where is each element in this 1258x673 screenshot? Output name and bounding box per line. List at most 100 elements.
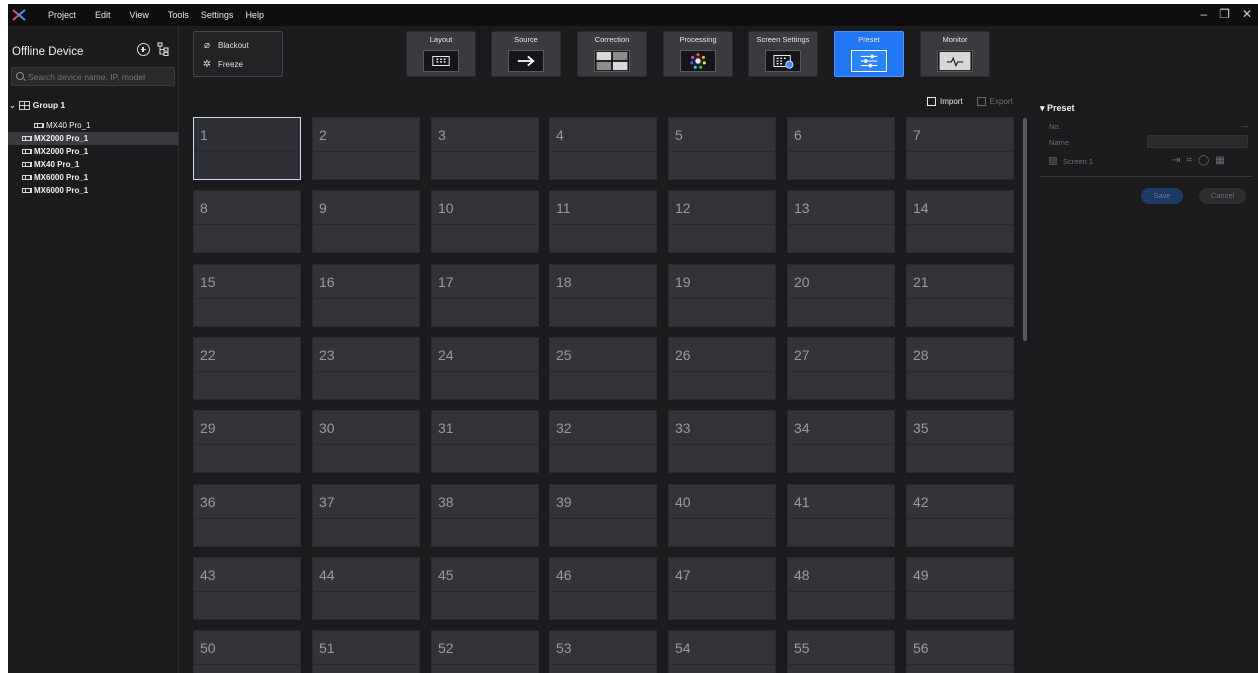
- preset-tile[interactable]: 27: [787, 337, 895, 400]
- menu-tools[interactable]: Tools: [168, 10, 189, 20]
- preset-tile[interactable]: 31: [431, 410, 539, 473]
- device-search-input[interactable]: [11, 67, 175, 86]
- preset-tile[interactable]: 54: [668, 630, 776, 673]
- preset-tile[interactable]: 18: [549, 264, 657, 327]
- preset-tile[interactable]: 13: [787, 190, 895, 253]
- preset-tile[interactable]: 4: [549, 117, 657, 180]
- preset-tile[interactable]: 12: [668, 190, 776, 253]
- tool-correction[interactable]: Correction: [577, 31, 647, 77]
- preset-tile[interactable]: 55: [787, 630, 895, 673]
- menu-project[interactable]: Project: [48, 10, 76, 20]
- preset-tile[interactable]: 23: [312, 337, 420, 400]
- preset-tile[interactable]: 42: [906, 484, 1014, 547]
- blackout-button[interactable]: ⌀ Blackout: [202, 40, 249, 51]
- preset-tile[interactable]: 34: [787, 410, 895, 473]
- preset-tile[interactable]: 24: [431, 337, 539, 400]
- menu-settings[interactable]: Settings: [201, 10, 234, 20]
- device-item[interactable]: MX6000 Pro_1: [8, 171, 178, 184]
- chevron-down-icon[interactable]: ⌄: [9, 101, 16, 110]
- topology-icon[interactable]: [157, 42, 169, 56]
- tool-label: Layout: [429, 35, 453, 44]
- preset-tile[interactable]: 28: [906, 337, 1014, 400]
- device-item[interactable]: MX40 Pro_1: [8, 119, 178, 132]
- preset-tile[interactable]: 30: [312, 410, 420, 473]
- preset-tile[interactable]: 49: [906, 557, 1014, 620]
- tool-layout[interactable]: Layout: [406, 31, 476, 77]
- preset-tile[interactable]: 38: [431, 484, 539, 547]
- preset-panel-title[interactable]: ▾ Preset: [1040, 103, 1075, 114]
- preset-tile[interactable]: 50: [193, 630, 301, 673]
- preset-tile[interactable]: 53: [549, 630, 657, 673]
- preset-tile[interactable]: 48: [787, 557, 895, 620]
- preset-tile[interactable]: 45: [431, 557, 539, 620]
- device-item-selected[interactable]: MX2000 Pro_1: [8, 132, 178, 145]
- preset-tile[interactable]: 6: [787, 117, 895, 180]
- screen-checkbox[interactable]: [1049, 157, 1057, 165]
- tool-processing[interactable]: Processing: [663, 31, 733, 77]
- preset-tile[interactable]: 14: [906, 190, 1014, 253]
- preset-tile[interactable]: 33: [668, 410, 776, 473]
- processing-circle-icon[interactable]: ◯: [1198, 155, 1209, 166]
- freeze-button[interactable]: ✲ Freeze: [202, 59, 243, 70]
- preset-tile[interactable]: 10: [431, 190, 539, 253]
- preset-tile[interactable]: 17: [431, 264, 539, 327]
- preset-tile[interactable]: 32: [549, 410, 657, 473]
- minimize-icon[interactable]: –: [1200, 7, 1207, 21]
- preset-name-input[interactable]: [1147, 135, 1248, 148]
- preset-tile[interactable]: 41: [787, 484, 895, 547]
- preset-tile[interactable]: 7: [906, 117, 1014, 180]
- menu-help[interactable]: Help: [245, 10, 264, 20]
- tool-screen-settings[interactable]: Screen Settings: [748, 31, 818, 77]
- tool-monitor[interactable]: Monitor: [920, 31, 990, 77]
- preset-tile[interactable]: 47: [668, 557, 776, 620]
- preset-tile[interactable]: 44: [312, 557, 420, 620]
- preset-tile[interactable]: 40: [668, 484, 776, 547]
- preset-tile[interactable]: 52: [431, 630, 539, 673]
- save-button[interactable]: Save: [1141, 188, 1183, 204]
- preset-sliders-icon: [851, 50, 887, 72]
- preset-tile[interactable]: 3: [431, 117, 539, 180]
- preset-tile[interactable]: 26: [668, 337, 776, 400]
- grid-scrollbar[interactable]: [1023, 118, 1027, 341]
- preset-tile[interactable]: 46: [549, 557, 657, 620]
- import-button[interactable]: Import: [927, 97, 963, 106]
- close-icon[interactable]: ✕: [1242, 7, 1252, 21]
- tool-source[interactable]: Source: [491, 31, 561, 77]
- preset-tile[interactable]: 29: [193, 410, 301, 473]
- preset-tile[interactable]: 25: [549, 337, 657, 400]
- preset-tile[interactable]: 39: [549, 484, 657, 547]
- preset-tile[interactable]: 56: [906, 630, 1014, 673]
- cancel-button[interactable]: Cancel: [1199, 188, 1246, 204]
- restore-icon[interactable]: ❐: [1219, 7, 1230, 21]
- layout-frame-icon[interactable]: ⌗: [1186, 155, 1192, 166]
- preset-tile[interactable]: 5: [668, 117, 776, 180]
- device-item[interactable]: MX40 Pro_1: [8, 158, 178, 171]
- preset-tile[interactable]: 22: [193, 337, 301, 400]
- add-device-icon[interactable]: [137, 43, 150, 56]
- preset-tile[interactable]: 20: [787, 264, 895, 327]
- preset-tile[interactable]: 9: [312, 190, 420, 253]
- preset-tile[interactable]: 35: [906, 410, 1014, 473]
- preset-tile[interactable]: 15: [193, 264, 301, 327]
- screen-settings-small-icon[interactable]: ▦: [1215, 155, 1224, 166]
- preset-tile[interactable]: 1: [193, 117, 301, 180]
- tool-preset[interactable]: Preset: [834, 31, 904, 77]
- preset-tile[interactable]: 21: [906, 264, 1014, 327]
- device-item[interactable]: MX2000 Pro_1: [8, 145, 178, 158]
- preset-tile[interactable]: 8: [193, 190, 301, 253]
- preset-tile-divider: [550, 224, 656, 225]
- preset-tile[interactable]: 11: [549, 190, 657, 253]
- menu-edit[interactable]: Edit: [95, 10, 111, 20]
- preset-tile[interactable]: 19: [668, 264, 776, 327]
- device-item[interactable]: MX6000 Pro_1: [8, 184, 178, 197]
- menu-view[interactable]: View: [130, 10, 149, 20]
- preset-tile[interactable]: 16: [312, 264, 420, 327]
- tree-group[interactable]: ⌄ Group 1: [9, 100, 65, 110]
- preset-tile[interactable]: 36: [193, 484, 301, 547]
- preset-tile[interactable]: 51: [312, 630, 420, 673]
- export-button[interactable]: Export: [976, 97, 1013, 106]
- preset-tile[interactable]: 37: [312, 484, 420, 547]
- input-source-icon[interactable]: ⇥: [1172, 155, 1180, 166]
- preset-tile[interactable]: 43: [193, 557, 301, 620]
- preset-tile[interactable]: 2: [312, 117, 420, 180]
